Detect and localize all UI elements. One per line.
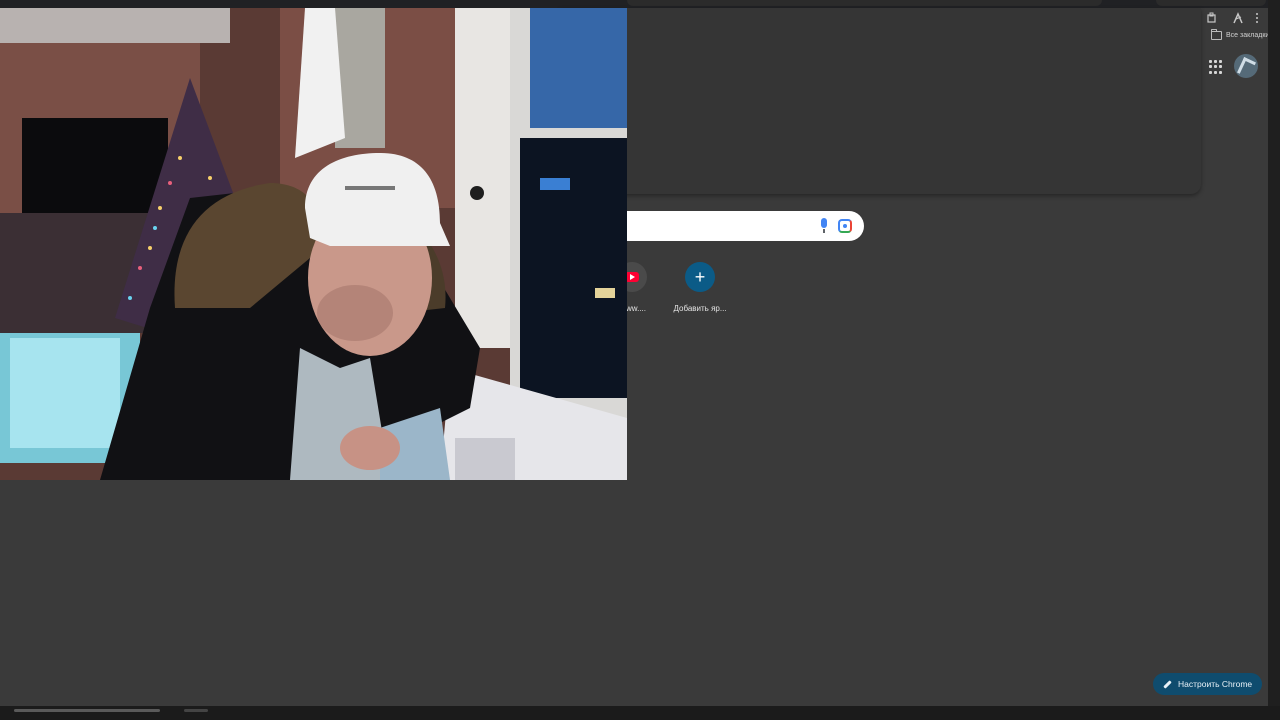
google-lens-icon[interactable] [838,219,852,233]
profile-toolbar-icon[interactable] [1231,11,1245,25]
all-bookmarks-button[interactable]: Все закладки [1211,29,1270,40]
horizontal-scrollbar[interactable] [14,709,160,712]
all-bookmarks-label: Все закладки [1226,32,1270,39]
window-right-border [1268,0,1280,720]
tv-shape [22,118,168,213]
tab-strip-right[interactable] [1156,0,1266,6]
google-apps-icon[interactable] [1209,60,1223,74]
folder-icon [1211,29,1222,40]
pencil-icon [1163,679,1172,689]
window-top-strip [0,0,1280,8]
menu-icon[interactable] [1250,11,1264,25]
tab-strip[interactable] [627,0,1102,6]
voice-search-icon[interactable] [818,218,830,234]
add-shortcut-tile[interactable]: + Добавить яр... [660,262,740,313]
add-shortcut-label: Добавить яр... [673,304,727,313]
webcam-overlay [0,8,627,480]
plus-icon: + [685,262,715,292]
extensions-icon[interactable] [1205,11,1219,25]
customize-chrome-label: Настроить Chrome [1178,679,1253,689]
account-avatar[interactable] [1234,54,1258,78]
scrollbar-segment[interactable] [184,709,208,712]
doodle-card [560,8,1201,194]
window-bottom-strip [0,706,1280,720]
customize-chrome-button[interactable]: Настроить Chrome [1153,673,1263,695]
